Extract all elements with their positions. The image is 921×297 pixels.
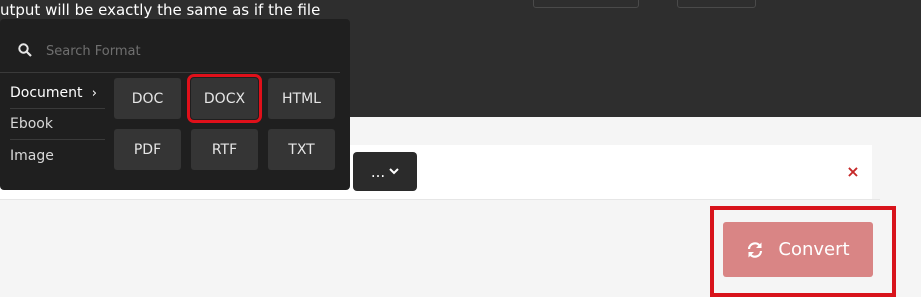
category-label: Image bbox=[10, 147, 54, 164]
format-doc[interactable]: DOC bbox=[114, 78, 181, 119]
search-icon bbox=[18, 43, 32, 57]
category-image[interactable]: Image bbox=[10, 140, 105, 171]
close-icon: × bbox=[846, 161, 860, 181]
convert-button[interactable]: Convert bbox=[723, 222, 873, 277]
header-button[interactable] bbox=[533, 0, 639, 8]
sync-icon bbox=[748, 241, 763, 258]
category-label: Ebook bbox=[10, 116, 53, 132]
options-label: ... bbox=[370, 162, 386, 181]
format-docx[interactable]: DOCX bbox=[187, 74, 262, 123]
category-document[interactable]: Document › bbox=[10, 78, 105, 109]
format-rtf[interactable]: RTF bbox=[191, 129, 258, 170]
search-row bbox=[0, 33, 340, 73]
options-button[interactable]: ... bbox=[353, 152, 417, 191]
format-pdf[interactable]: PDF bbox=[114, 129, 181, 170]
format-html[interactable]: HTML bbox=[268, 78, 335, 119]
header-button[interactable] bbox=[677, 0, 756, 8]
search-input[interactable] bbox=[46, 39, 326, 63]
category-ebook[interactable]: Ebook bbox=[10, 109, 105, 140]
chevron-down-icon bbox=[389, 165, 399, 178]
remove-file-button[interactable]: × bbox=[843, 161, 863, 181]
category-label: Document bbox=[10, 85, 83, 101]
category-list: Document › Ebook Image bbox=[10, 78, 105, 171]
intro-text: utput will be exactly the same as if the… bbox=[0, 1, 321, 19]
format-txt[interactable]: TXT bbox=[268, 129, 335, 170]
divider bbox=[0, 199, 880, 200]
format-dropdown: Document › Ebook Image DOC DOCX HTML PDF… bbox=[0, 19, 350, 190]
convert-label: Convert bbox=[778, 239, 850, 260]
chevron-right-icon: › bbox=[91, 85, 97, 101]
